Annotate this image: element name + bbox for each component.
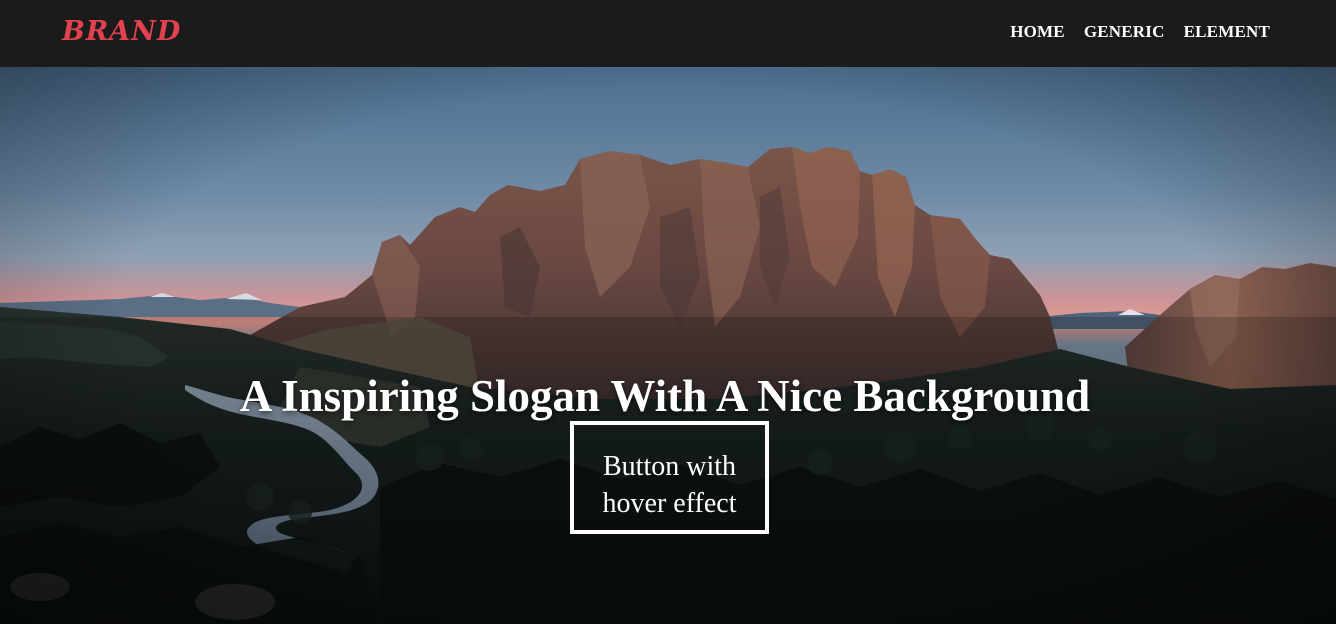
top-navbar: BRAND HOME GENERIC ELEMENT: [0, 0, 1336, 67]
main-nav: HOME GENERIC ELEMENT: [1010, 21, 1270, 43]
nav-link-generic[interactable]: GENERIC: [1084, 21, 1165, 43]
hero-background-image: [0, 67, 1336, 624]
hero-banner: A Inspiring Slogan With A Nice Backgroun…: [0, 67, 1336, 624]
hover-effect-button[interactable]: Button with hover effect: [570, 421, 769, 534]
nav-link-element[interactable]: ELEMENT: [1184, 21, 1270, 43]
brand-logo[interactable]: BRAND: [62, 14, 181, 50]
hero-slogan: A Inspiring Slogan With A Nice Backgroun…: [239, 371, 1091, 422]
nav-link-home[interactable]: HOME: [1010, 21, 1065, 43]
